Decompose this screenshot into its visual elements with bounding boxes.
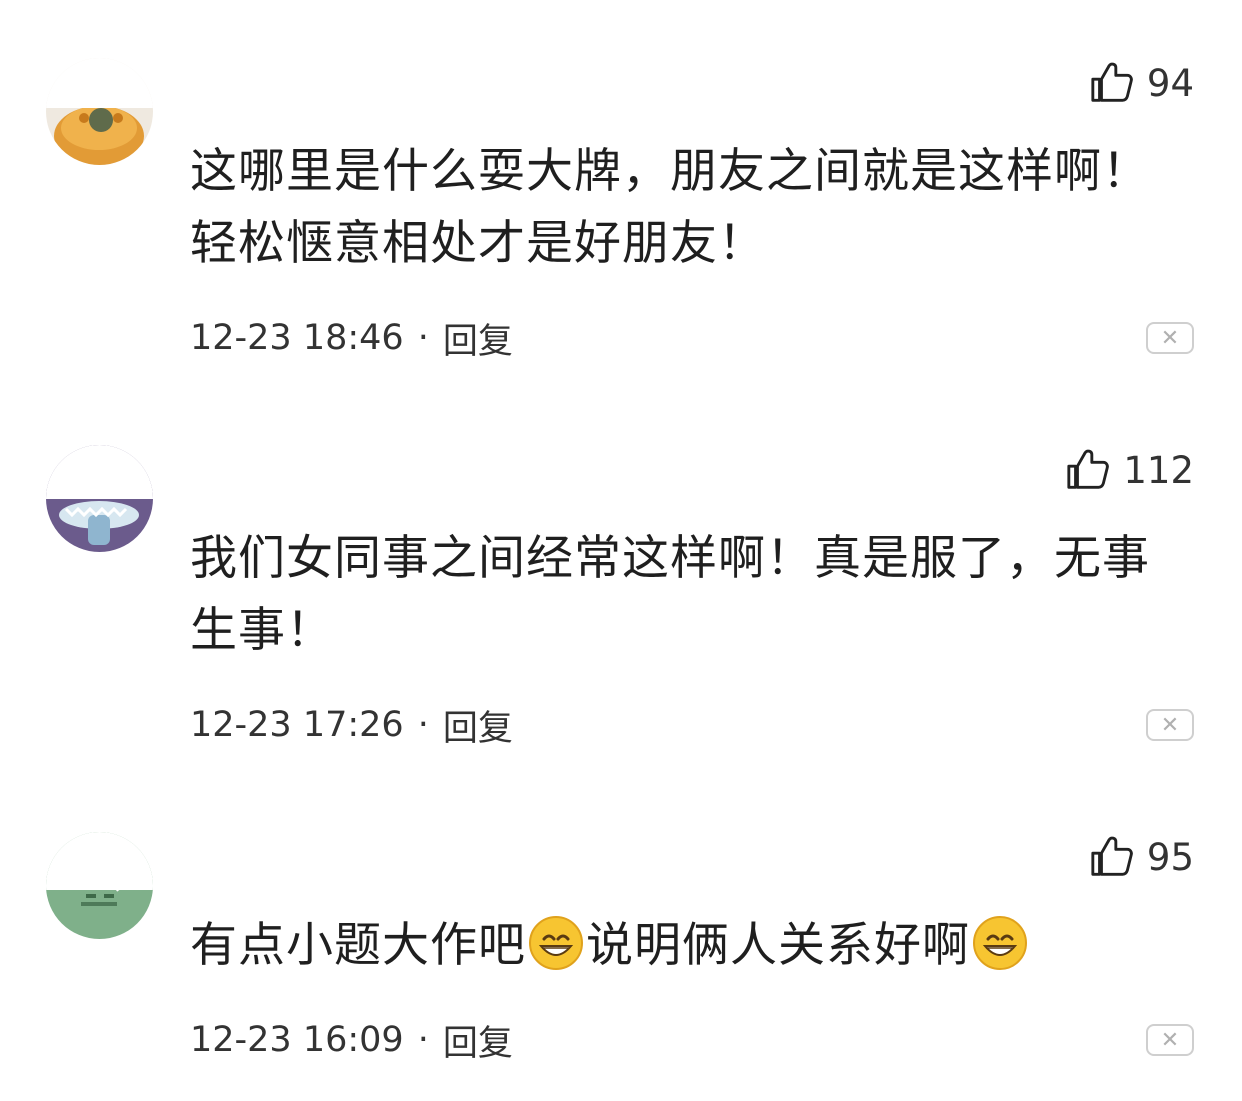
comment-meta: 12-23 16:09 · 回复 [190,1018,513,1064]
like-count: 95 [1146,835,1194,879]
comment-time: 12-23 16:09 [190,1020,404,1060]
like-count: 112 [1123,448,1194,492]
comment-text-part: 有点小题大作吧 [190,918,526,973]
avatar[interactable] [46,58,153,165]
like-button[interactable]: 112 [1065,445,1194,495]
avatar[interactable] [46,445,153,552]
like-button[interactable]: 95 [1089,832,1194,882]
thumbs-up-icon [1091,62,1133,102]
comment-text: 这哪里是什么耍大牌，朋友之间就是这样啊！轻松惬意相处才是好朋友！ [190,144,1150,271]
close-icon: ✕ [1160,1027,1180,1053]
meta-separator: · [417,318,429,358]
reply-button[interactable]: 回复 [443,1015,513,1066]
dismiss-button[interactable]: ✕ [1146,709,1194,741]
thumbs-up-icon [1067,449,1110,489]
close-icon: ✕ [1160,712,1180,738]
close-icon: ✕ [1160,325,1180,351]
comment-text: 有点小题大作吧 说明俩人关系好啊 [190,910,1170,982]
comment-time: 12-23 17:26 [190,705,404,745]
grinning-face-emoji [973,916,1027,970]
meta-separator: · [417,1020,429,1060]
like-count: 94 [1146,61,1194,105]
comment-time: 12-23 18:46 [190,318,404,358]
grinning-face-emoji [529,916,583,970]
comment-meta: 12-23 18:46 · 回复 [190,316,513,362]
meta-separator: · [417,705,429,745]
reply-button[interactable]: 回复 [443,313,513,364]
dismiss-button[interactable]: ✕ [1146,322,1194,354]
dismiss-button[interactable]: ✕ [1146,1024,1194,1056]
comment-text: 我们女同事之间经常这样啊！真是服了，无事生事！ [190,531,1150,658]
thumbs-up-icon [1091,836,1133,876]
reply-button[interactable]: 回复 [443,700,513,751]
avatar[interactable] [46,832,153,939]
comment-meta: 12-23 17:26 · 回复 [190,703,513,749]
like-button[interactable]: 94 [1089,58,1194,108]
comment-text-part: 说明俩人关系好啊 [586,918,970,973]
